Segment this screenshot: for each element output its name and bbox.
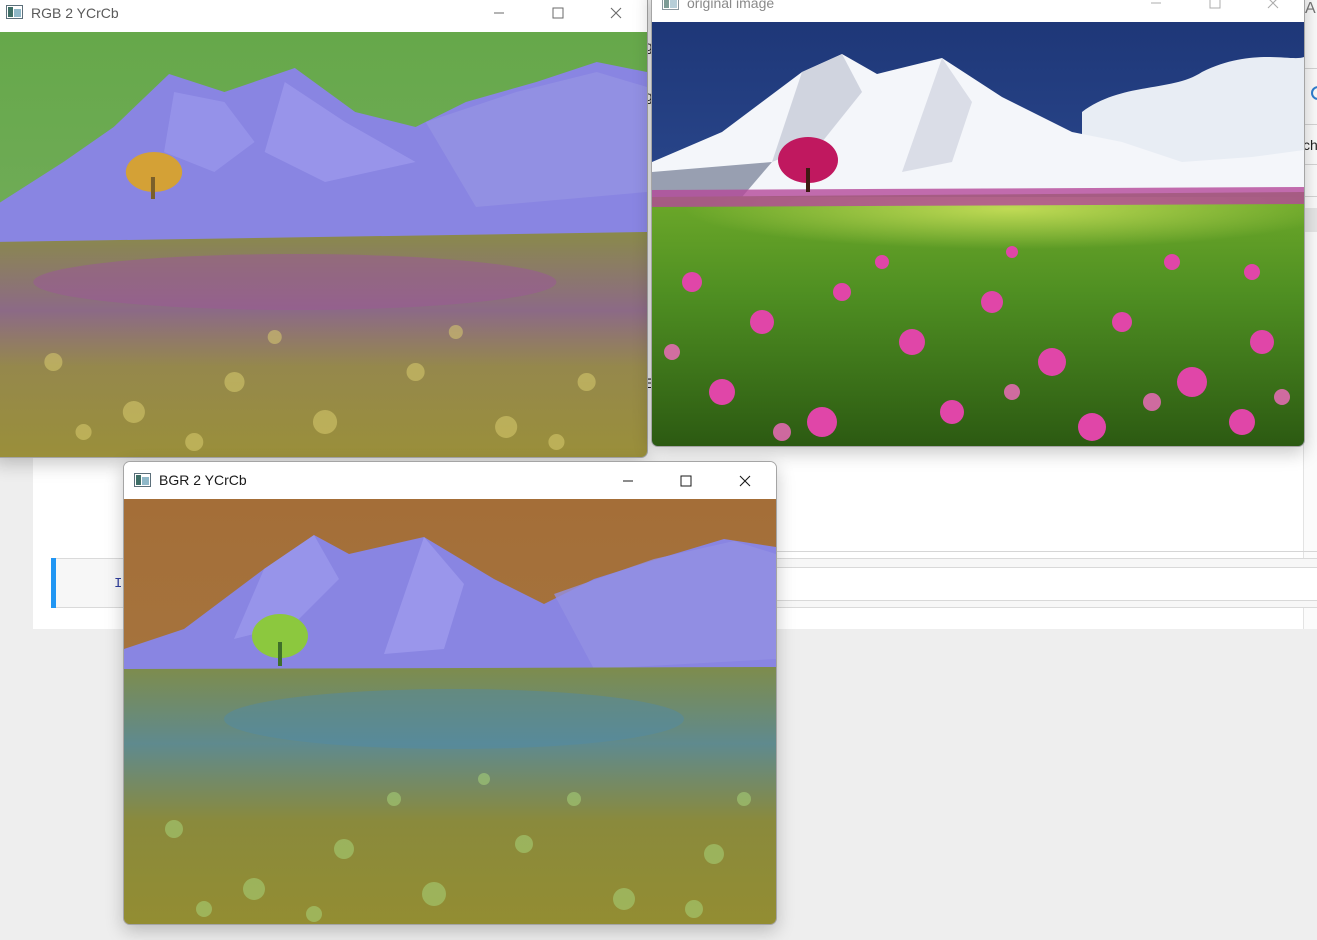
background-divider — [1303, 124, 1317, 125]
rgb2ycrcb-landscape — [0, 32, 647, 457]
maximize-icon — [1209, 0, 1221, 8]
close-button[interactable] — [722, 463, 768, 498]
background-divider — [1303, 68, 1317, 69]
notebook-cell-input[interactable] — [775, 567, 1317, 601]
background-divider — [1303, 164, 1317, 165]
maximize-button[interactable] — [535, 0, 581, 30]
notebook-cell-marker — [51, 558, 56, 608]
bgr2ycrcb-window[interactable]: BGR 2 YCrCb — [123, 461, 777, 925]
rgb2ycrcb-image — [0, 32, 647, 457]
window-title: BGR 2 YCrCb — [159, 472, 247, 488]
background-divider — [1303, 196, 1317, 197]
bgr2ycrcb-image — [124, 499, 776, 924]
close-button[interactable] — [1250, 0, 1296, 20]
original-image-window[interactable]: original image — [651, 0, 1305, 447]
minimize-icon — [494, 12, 504, 13]
background-divider — [775, 551, 1317, 552]
close-icon — [1267, 0, 1279, 8]
image-window-icon — [6, 5, 23, 19]
close-icon — [610, 7, 622, 18]
maximize-icon — [552, 7, 564, 18]
minimize-button[interactable] — [476, 0, 522, 30]
original-image — [652, 22, 1304, 446]
maximize-button[interactable] — [663, 463, 709, 498]
minimize-button[interactable] — [1133, 0, 1179, 20]
minimize-button[interactable] — [605, 463, 651, 498]
image-window-icon — [134, 473, 151, 487]
close-button[interactable] — [593, 0, 639, 30]
window-titlebar[interactable]: BGR 2 YCrCb — [124, 462, 776, 499]
image-window-icon — [662, 0, 679, 10]
background-text-fragment: A — [1305, 0, 1316, 17]
window-title: RGB 2 YCrCb — [31, 5, 119, 21]
original-landscape — [652, 22, 1304, 446]
desktop: g g cho E A I RGB 2 YCrCb — [0, 0, 1317, 940]
maximize-icon — [680, 475, 692, 486]
maximize-button[interactable] — [1192, 0, 1238, 20]
minimize-icon — [623, 480, 633, 481]
window-title: original image — [687, 0, 775, 11]
background-text-fragment: cho — [1303, 137, 1317, 153]
close-icon — [739, 475, 751, 486]
notebook-cell-prompt: I — [114, 576, 123, 592]
window-titlebar[interactable]: original image — [652, 0, 1304, 22]
bgr2ycrcb-landscape — [124, 499, 776, 924]
rgb2ycrcb-window[interactable]: RGB 2 YCrCb — [0, 0, 648, 458]
window-titlebar[interactable]: RGB 2 YCrCb — [0, 0, 647, 32]
background-selected-row — [1303, 208, 1317, 232]
minimize-icon — [1151, 2, 1161, 3]
